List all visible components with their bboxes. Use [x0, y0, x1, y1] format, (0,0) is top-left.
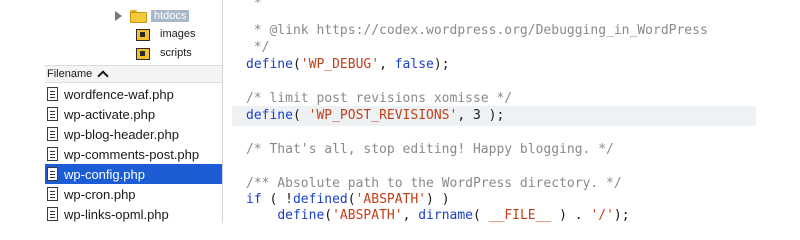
folder-row-htdocs[interactable]: htdocs: [115, 7, 190, 25]
file-name: wp-blog-header.php: [64, 126, 179, 142]
string-literal: 'WP_POST_REVISIONS': [308, 108, 458, 123]
php-file-icon: [47, 207, 58, 221]
php-file-icon: [47, 147, 58, 161]
php-file-icon: [47, 187, 58, 201]
function-name: define: [246, 108, 293, 123]
disclosure-triangle-icon[interactable]: [115, 11, 122, 21]
php-file-icon: [47, 127, 58, 141]
code-line-current: define( 'WP_POST_REVISIONS', 3 );: [232, 106, 756, 126]
file-row[interactable]: wp-blog-header.php: [45, 124, 222, 144]
code-line: define('WP_DEBUG', false);: [232, 55, 756, 75]
comment-text: /* limit post revisions xomisse */: [246, 91, 513, 106]
php-file-icon: [47, 167, 58, 181]
editor-margin: [756, 0, 800, 223]
folder-label: scripts: [160, 47, 192, 59]
sort-ascending-icon: [97, 70, 109, 82]
file-name: wp-config.php: [64, 166, 145, 182]
file-name: wp-links-opml.php: [64, 206, 169, 222]
comment-text: */: [246, 40, 270, 55]
punctuation: ,: [402, 208, 419, 223]
file-row[interactable]: wp-activate.php: [45, 104, 222, 124]
punctuation: (: [347, 192, 356, 207]
folder-tree: htdocs images scripts: [0, 0, 222, 62]
keyword: false: [394, 57, 434, 72]
code-editor[interactable]: * * @link https://codex.wordpress.org/De…: [232, 0, 756, 223]
magic-constant: __FILE__: [488, 208, 552, 223]
folder-label: htdocs: [151, 10, 190, 22]
punctuation: ( !: [261, 192, 293, 207]
function-name: defined: [292, 192, 348, 207]
folder-icon: [130, 9, 147, 23]
file-row-selected[interactable]: wp-config.php: [45, 164, 222, 184]
function-name: define: [246, 57, 293, 72]
punctuation: ) ): [426, 192, 450, 207]
file-name: wp-activate.php: [64, 106, 156, 122]
comment-text: * @link https://codex.wordpress.org/Debu…: [246, 23, 708, 38]
punctuation: );: [433, 57, 450, 72]
punctuation: (: [324, 208, 333, 223]
punctuation: (: [292, 108, 309, 123]
file-row[interactable]: wp-cron.php: [45, 184, 222, 204]
function-name: dirname: [418, 208, 474, 223]
folder-row-scripts[interactable]: scripts: [136, 44, 192, 62]
function-name: define: [277, 208, 325, 223]
folder-row-images[interactable]: images: [136, 25, 195, 43]
punctuation: (: [292, 57, 301, 72]
locked-folder-icon: [136, 28, 150, 41]
punctuation: ) .: [551, 208, 591, 223]
comment-text: /** Absolute path to the WordPress direc…: [246, 176, 622, 191]
punctuation: (: [473, 208, 489, 223]
keyword: if: [246, 192, 262, 207]
file-name: wordfence-waf.php: [64, 86, 174, 102]
file-name: wp-cron.php: [64, 186, 136, 202]
php-file-icon: [47, 107, 58, 121]
php-file-icon: [47, 87, 58, 101]
column-header-label: Filename: [47, 68, 93, 80]
folder-label: images: [160, 28, 196, 40]
string-literal: 'ABSPATH': [355, 192, 427, 207]
file-row[interactable]: wp-links-opml.php: [45, 204, 222, 223]
file-list: wordfence-waf.php wp-activate.php wp-blo…: [45, 84, 222, 223]
code-line: /* That's all, stop editing! Happy blogg…: [232, 140, 756, 160]
punctuation: ,: [457, 108, 473, 123]
string-literal: '/': [590, 208, 614, 223]
punctuation: );: [613, 208, 630, 223]
file-row[interactable]: wp-comments-post.php: [45, 144, 222, 164]
punctuation: ,: [379, 57, 395, 72]
code-line: *: [232, 0, 756, 14]
locked-folder-icon: [136, 47, 150, 60]
file-browser: htdocs images scripts Filename wordfence…: [0, 0, 223, 223]
file-row[interactable]: wordfence-waf.php: [45, 84, 222, 104]
file-name: wp-comments-post.php: [64, 146, 200, 162]
punctuation: );: [480, 108, 505, 123]
number-literal: 3: [473, 108, 481, 123]
filename-column-header[interactable]: Filename: [45, 65, 222, 83]
string-literal: 'WP_DEBUG': [300, 57, 380, 72]
comment-text: *: [246, 0, 262, 11]
code-line: define('ABSPATH', dirname( __FILE__ ) . …: [232, 206, 756, 226]
string-literal: 'ABSPATH': [332, 208, 403, 223]
comment-text: /* That's all, stop editing! Happy blogg…: [246, 142, 614, 157]
